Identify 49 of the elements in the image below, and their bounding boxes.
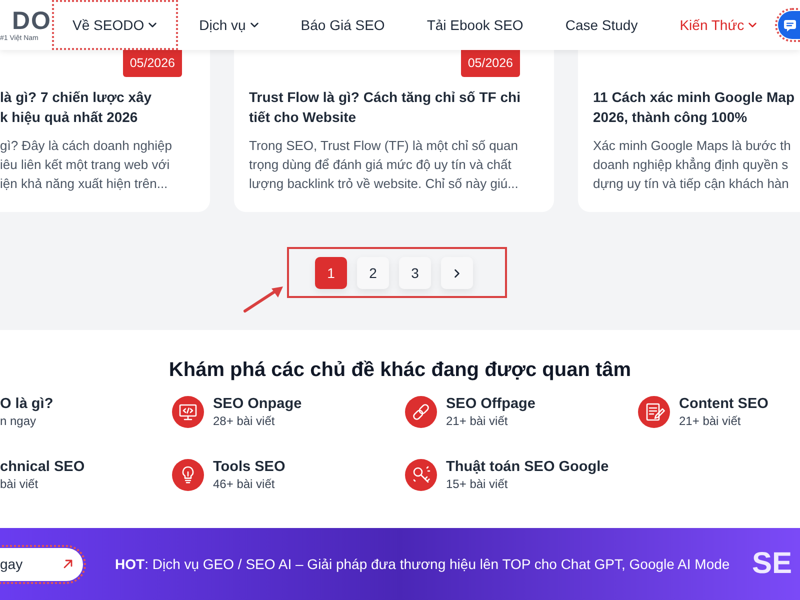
cta-button[interactable]: gay [0,548,83,580]
topic-link[interactable]: SEO Onpage [213,395,302,413]
lightbulb-icon [172,459,204,491]
topic-link[interactable]: O là gì? [0,395,54,413]
banner-logo: SE [752,547,793,581]
arrow-up-right-icon [63,559,73,569]
topic-caption: bài viết [0,476,40,492]
topic-caption: 21+ bài viết [679,413,742,429]
post-title[interactable]: Trust Flow là gì? Cách tăng chỉ số TF chi tiết cho Website [249,88,539,127]
key-icon [405,459,437,491]
topic-caption: n ngay [0,413,38,429]
date-badge: 05/2026 [122,50,182,77]
post-card[interactable]: 11 Cách xác minh Google Map 2026, thành công 100% Xác minh Google Maps là bước th doanh nghiệp khẳng định quyền s dựng uy tín và tiếp cận khách hàn [578,50,800,212]
topic-link[interactable]: SEO Offpage [446,395,536,413]
page-button[interactable]: 2 [357,257,389,289]
chat-bubble-icon [783,18,798,32]
promo-text: HOT: Dịch vụ GEO / SEO AI – Giải pháp đưa thương hiệu lên TOP cho Chat GPT, Google AI Mode [115,554,730,574]
topic-link[interactable]: Tools SEO [213,458,286,476]
section-heading: Khám phá các chủ đề khác đang được quan tâm [168,358,632,382]
post-excerpt: Trong SEO, Trust Flow (TF) là một chỉ số quan trọng dùng để đánh giá mức độ uy tín và chất lượng backlink trỏ về website. Chỉ số này giú... [249,137,520,193]
chat-button[interactable] [778,11,800,39]
nav-link[interactable]: Dịch vụ [178,0,280,50]
topic-link[interactable]: Content SEO [679,395,768,413]
topic-caption: 21+ bài viết [446,413,509,429]
date-badge: 05/2026 [460,50,520,77]
monitor-code-icon [172,396,204,428]
post-card[interactable] [234,50,554,212]
nav-link[interactable]: Kiến Thức [658,0,778,50]
document-pencil-icon [638,396,670,428]
nav-link[interactable]: Case Study [544,0,659,50]
post-title[interactable]: 11 Cách xác minh Google Map 2026, thành công 100% [593,88,800,127]
post-title[interactable]: là gì? 7 chiến lược xây k hiệu quả nhất 2026 [0,88,188,127]
annotation-arrow [243,284,284,313]
page-button[interactable]: 1 [315,257,347,289]
nav-link[interactable]: Tải Ebook SEO [406,0,544,50]
topic-link[interactable]: chnical SEO [0,458,85,476]
chain-link-icon [405,396,437,428]
page-button[interactable]: 3 [399,257,431,289]
topic-caption: 15+ bài viết [446,476,509,492]
topic-caption: 28+ bài viết [213,413,276,429]
post-card[interactable]: 05/2026 là gì? 7 chiến lược xây k hiệu quả nhất 2026 gì? Đây là cách doanh nghiệp iêu liên kết một trang web với iện khả năng xuất hiện trên... [0,50,210,212]
nav-link[interactable]: Về SEODO [52,0,178,50]
logo-wordmark[interactable]: DO [12,8,52,34]
post-excerpt: gì? Đây là cách doanh nghiệp iêu liên kết một trang web với iện khả năng xuất hiện trên... [0,137,174,193]
chevron-right-icon [454,268,460,278]
post-excerpt: Xác minh Google Maps là bước th doanh nghiệp khẳng định quyền s dựng uy tín và tiếp cận khách hàn [593,137,792,193]
topic-link[interactable]: Thuật toán SEO Google [446,458,609,476]
topic-caption: 46+ bài viết [213,476,276,492]
nav-link[interactable]: Báo Giá SEO [280,0,406,50]
